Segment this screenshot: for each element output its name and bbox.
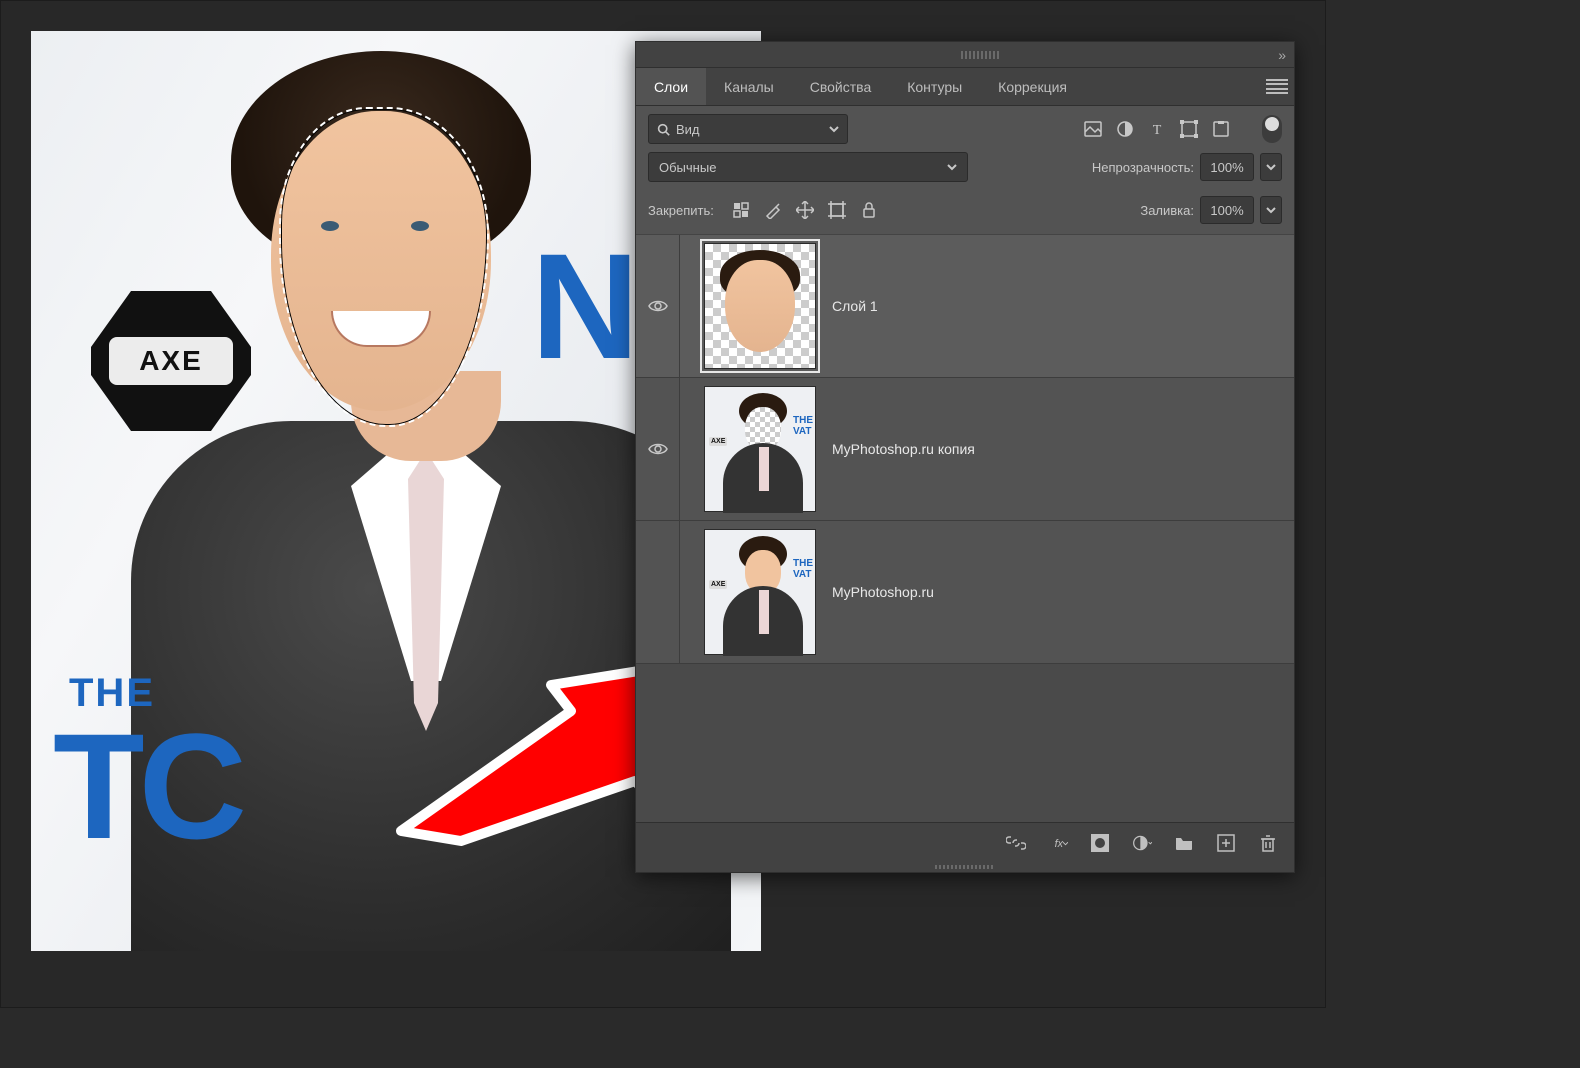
lock-all-icon[interactable]	[860, 201, 878, 219]
fill-value: 100%	[1210, 203, 1243, 218]
lock-artboard-icon[interactable]	[828, 201, 846, 219]
search-icon	[657, 123, 670, 136]
filter-row: Вид T	[636, 106, 1294, 152]
trash-icon[interactable]	[1258, 833, 1278, 853]
new-layer-icon[interactable]	[1216, 833, 1236, 853]
tab-layers[interactable]: Слои	[636, 68, 706, 105]
group-icon[interactable]	[1174, 833, 1194, 853]
opacity-label: Непрозрачность:	[1092, 160, 1194, 175]
type-filter-icon[interactable]: T	[1148, 120, 1166, 138]
fx-icon[interactable]: fx	[1048, 833, 1068, 853]
layer-name[interactable]: MyPhotoshop.ru копия	[832, 441, 975, 457]
layer-row[interactable]: AXE THEVAT MyPhotoshop.ru	[636, 521, 1294, 664]
svg-text:fx: fx	[1055, 838, 1064, 850]
panel-resize-grip[interactable]	[636, 862, 1294, 872]
chevron-down-icon	[947, 160, 957, 175]
fill-stepper[interactable]	[1260, 196, 1282, 224]
figure-face	[271, 111, 491, 411]
tab-channels[interactable]: Каналы	[706, 68, 792, 105]
panel-footer: fx	[636, 822, 1294, 862]
layer-name[interactable]: MyPhotoshop.ru	[832, 584, 934, 600]
fill-input[interactable]: 100%	[1200, 196, 1254, 224]
fill-label: Заливка:	[1140, 203, 1194, 218]
mask-icon[interactable]	[1090, 833, 1110, 853]
panel-titlebar[interactable]: »	[636, 42, 1294, 68]
filter-toggle[interactable]	[1262, 115, 1282, 143]
blend-mode-value: Обычные	[659, 160, 716, 175]
lock-label: Закрепить:	[648, 203, 714, 218]
adjustment-filter-icon[interactable]	[1116, 120, 1134, 138]
panel-grip[interactable]	[961, 51, 1001, 59]
shape-filter-icon[interactable]	[1180, 120, 1198, 138]
lock-paint-icon[interactable]	[764, 201, 782, 219]
smartobject-filter-icon[interactable]	[1212, 120, 1230, 138]
tab-properties[interactable]: Свойства	[792, 68, 889, 105]
layer-thumbnail[interactable]: AXE THEVAT	[704, 386, 816, 512]
figure-eye-right	[411, 221, 429, 231]
layer-thumbnail[interactable]: AXE THEVAT	[704, 529, 816, 655]
opacity-input[interactable]: 100%	[1200, 153, 1254, 181]
visibility-toggle[interactable]	[648, 442, 668, 456]
lock-move-icon[interactable]	[796, 201, 814, 219]
layer-thumbnail[interactable]	[704, 243, 816, 369]
blend-mode-select[interactable]: Обычные	[648, 152, 968, 182]
workspace: NA AXE THE TC » Слои Каналы	[0, 0, 1326, 1008]
opacity-value: 100%	[1210, 160, 1243, 175]
blend-row: Обычные Непрозрачность: 100%	[636, 152, 1294, 190]
layer-row[interactable]: AXE THEVAT MyPhotoshop.ru копия	[636, 378, 1294, 521]
tab-paths[interactable]: Контуры	[889, 68, 980, 105]
svg-text:T: T	[1153, 123, 1162, 138]
layer-kind-select[interactable]: Вид	[648, 114, 848, 144]
link-icon[interactable]	[1006, 833, 1026, 853]
layer-kind-label: Вид	[676, 122, 700, 137]
opacity-stepper[interactable]	[1260, 153, 1282, 181]
panel-tabs: Слои Каналы Свойства Контуры Коррекция	[636, 68, 1294, 106]
bg-text-big: TC	[53, 711, 241, 861]
adjustment-layer-icon[interactable]	[1132, 833, 1152, 853]
layer-list: Слой 1 AXE THEVAT MyPhotoshop.ru копия	[636, 235, 1294, 822]
visibility-toggle[interactable]	[648, 299, 668, 313]
layers-panel: » Слои Каналы Свойства Контуры Коррекция…	[635, 41, 1295, 873]
lock-pixels-icon[interactable]	[732, 201, 750, 219]
panel-menu-icon[interactable]	[1266, 79, 1288, 95]
collapse-panel-icon[interactable]: »	[1278, 47, 1286, 63]
figure-eye-left	[321, 221, 339, 231]
lock-row: Закрепить: Заливка: 100%	[636, 190, 1294, 235]
layer-row[interactable]: Слой 1	[636, 235, 1294, 378]
axe-logo: AXE	[91, 291, 251, 431]
image-filter-icon[interactable]	[1084, 120, 1102, 138]
tab-adjustments[interactable]: Коррекция	[980, 68, 1085, 105]
layer-name[interactable]: Слой 1	[832, 298, 878, 314]
chevron-down-icon	[829, 122, 839, 137]
axe-logo-text: AXE	[109, 337, 233, 385]
